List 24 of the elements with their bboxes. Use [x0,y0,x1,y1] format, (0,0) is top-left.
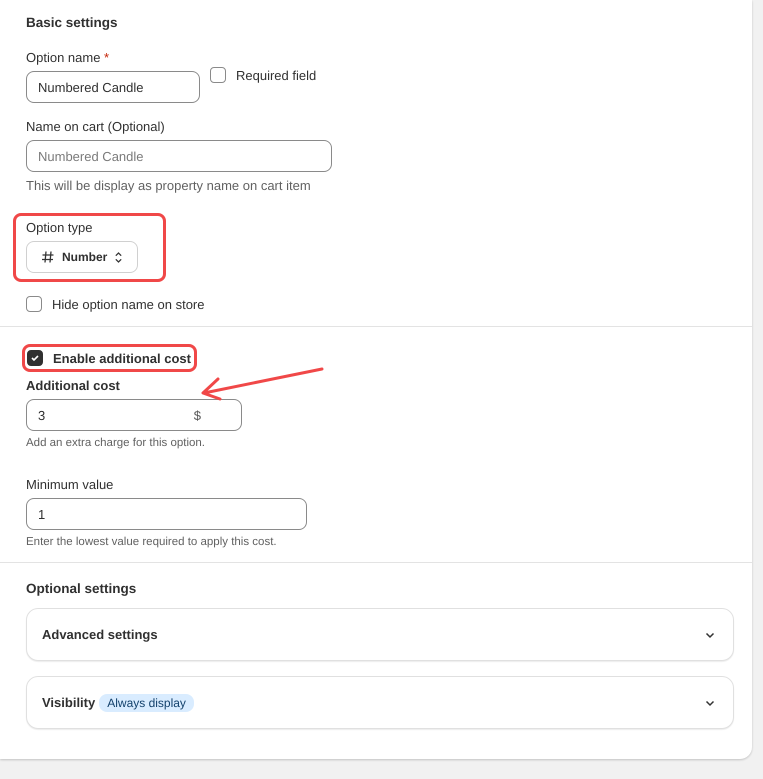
help-text: Add an extra charge for this option. [26,437,206,449]
status-badge: Always display [99,694,194,712]
field-label: Name on cart (Optional) [26,119,166,134]
help-text: Enter the lowest value required to apply this cost. [26,536,278,548]
section-title: Basic settings [26,15,119,30]
field-label: Option name * [26,50,110,65]
checkmark-icon [30,353,40,363]
field-label: Option type [26,220,94,235]
required-field-checkbox[interactable]: Required field [210,67,316,83]
hash-icon [41,250,55,264]
minimum-value-field[interactable]: 1 [26,498,307,530]
name-on-cart-field[interactable]: Numbered Candle [26,140,332,172]
option-type-select[interactable]: Number [26,241,138,273]
accordion-header[interactable]: Advanced settings [26,608,734,661]
section-title: Optional settings [26,581,138,596]
option-name-field[interactable]: Numbered Candle [26,71,200,103]
additional-cost-field[interactable]: 3 $ [26,399,242,431]
accordion-header[interactable]: Visibility Always display [26,676,734,729]
help-text: This will be display as property name on cart item [26,178,312,193]
field-label: Additional cost [26,378,121,393]
enable-cost-checkbox[interactable]: Enable additional cost [27,350,194,366]
updown-caret-icon [114,250,124,264]
field-label: Minimum value [26,477,114,492]
hide-option-name-checkbox[interactable]: Hide option name on store [26,296,726,312]
